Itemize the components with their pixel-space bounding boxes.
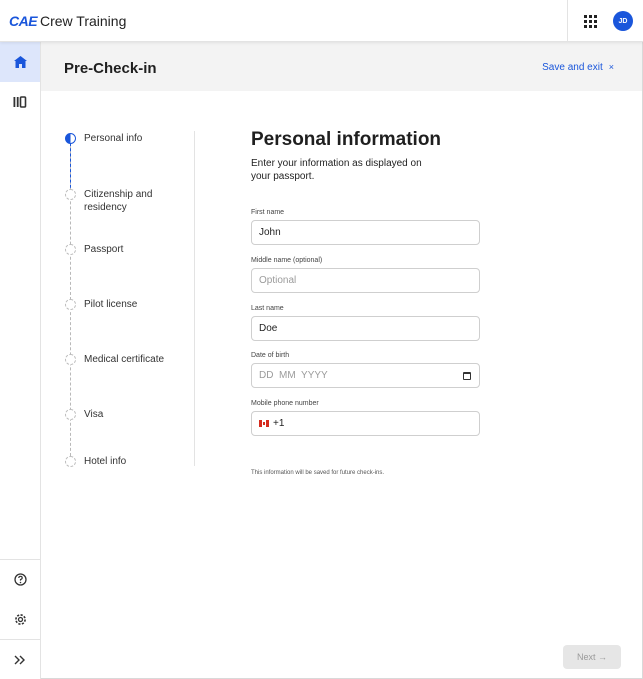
arrow-right-icon: →: [598, 652, 608, 662]
avatar[interactable]: JD: [613, 11, 633, 31]
apps-grid-icon[interactable]: [580, 11, 600, 31]
next-label: Next: [576, 652, 596, 662]
save-note: This information will be saved for futur…: [251, 470, 385, 476]
library-icon: [13, 96, 27, 108]
next-button[interactable]: Next →: [563, 645, 621, 669]
rail-home-button[interactable]: [0, 42, 40, 82]
country-code: +1: [273, 418, 285, 429]
form-title: Personal information: [251, 129, 442, 150]
step-indicator: [65, 189, 76, 200]
brand-logo[interactable]: CAE: [9, 13, 38, 29]
phone-field[interactable]: +1: [251, 411, 480, 436]
step-indicator: [65, 244, 76, 255]
step-indicator: [65, 299, 76, 310]
rail-expand-button[interactable]: [0, 639, 40, 679]
step-label: Citizenship and residency: [84, 189, 153, 213]
rail-library-button[interactable]: [0, 82, 40, 122]
step-label: Medical certificate: [84, 354, 165, 365]
last-name-label: Last name: [251, 305, 284, 312]
page-title: Pre-Check-in: [64, 60, 157, 77]
step-label: Pilot license: [84, 299, 138, 310]
step-indicator-active: [65, 133, 76, 144]
dob-label: Date of birth: [251, 352, 290, 359]
rail-help-button[interactable]: [0, 559, 40, 599]
middle-name-label: Middle name (optional): [251, 257, 323, 264]
settings-icon: [14, 613, 26, 625]
rail-settings-button[interactable]: [0, 599, 40, 639]
step-label: Hotel info: [84, 456, 127, 467]
dob-placeholder: DD MM YYYY: [259, 370, 328, 381]
first-name-label: First name: [251, 209, 285, 216]
close-icon: ×: [608, 62, 614, 72]
middle-name-placeholder: Optional: [259, 275, 297, 286]
help-icon: [13, 573, 27, 586]
last-name-field[interactable]: Doe: [251, 316, 480, 341]
phone-label: Mobile phone number: [251, 400, 319, 407]
home-icon: [13, 56, 27, 68]
stepper-divider: [194, 131, 195, 466]
progress-stepper: Personal info Citizenship and residency …: [64, 131, 204, 471]
step-indicator: [65, 409, 76, 420]
stepper-track-active: [70, 143, 71, 193]
step-indicator: [65, 456, 76, 467]
page-header: Pre-Check-in Save and exit ×: [41, 42, 642, 91]
top-bar: CAE Crew Training JD: [0, 0, 643, 42]
app-title: Crew Training: [40, 13, 127, 29]
expand-icon: [14, 655, 25, 664]
last-name-value: Doe: [259, 323, 278, 334]
form-subtitle: Enter your information as displayed on y…: [251, 158, 422, 182]
calendar-icon[interactable]: [463, 372, 471, 380]
topbar-divider: [567, 0, 568, 41]
step-label: Visa: [84, 409, 104, 420]
step-label: Passport: [84, 244, 124, 255]
step-indicator: [65, 354, 76, 365]
first-name-value: John: [259, 227, 281, 238]
first-name-field[interactable]: John: [251, 220, 480, 245]
save-and-exit-label: Save and exit: [542, 62, 603, 73]
canada-flag-icon[interactable]: [259, 420, 269, 427]
dob-field[interactable]: DD MM YYYY: [251, 363, 480, 388]
left-rail: [0, 42, 41, 679]
middle-name-field[interactable]: Optional: [251, 268, 480, 293]
step-label: Personal info: [84, 133, 143, 144]
save-and-exit-button[interactable]: Save and exit ×: [542, 62, 614, 73]
